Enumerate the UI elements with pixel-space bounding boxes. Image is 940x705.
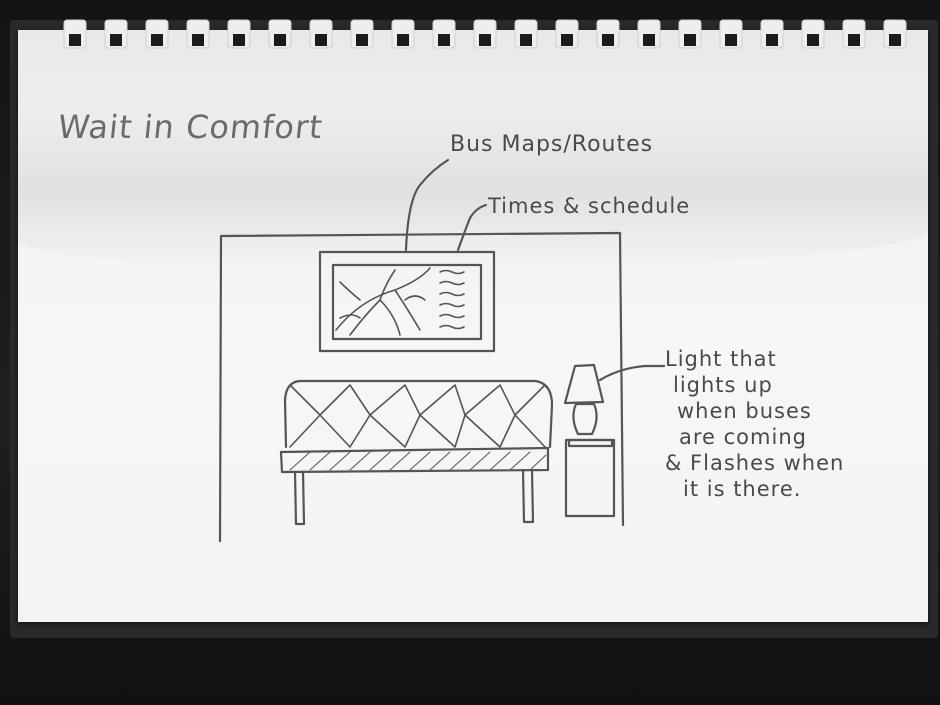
times-leader	[456, 203, 488, 252]
sketch-drawing	[218, 158, 666, 543]
bench-leg-right	[521, 468, 535, 524]
room-outline	[218, 231, 625, 543]
bench-tufting	[289, 384, 546, 448]
light-leader	[598, 364, 666, 382]
lamp-shade	[563, 363, 605, 405]
bus-maps-leader	[404, 158, 450, 252]
bench-seat-hatch	[289, 451, 547, 471]
map-frame-outer	[318, 250, 496, 353]
route-lines	[335, 267, 431, 336]
side-table-top	[567, 438, 614, 448]
lamp-base	[572, 402, 598, 436]
schedule-lines	[439, 269, 465, 330]
bench-leg-left	[293, 470, 306, 526]
side-table	[564, 438, 616, 518]
bench-back	[283, 379, 554, 449]
